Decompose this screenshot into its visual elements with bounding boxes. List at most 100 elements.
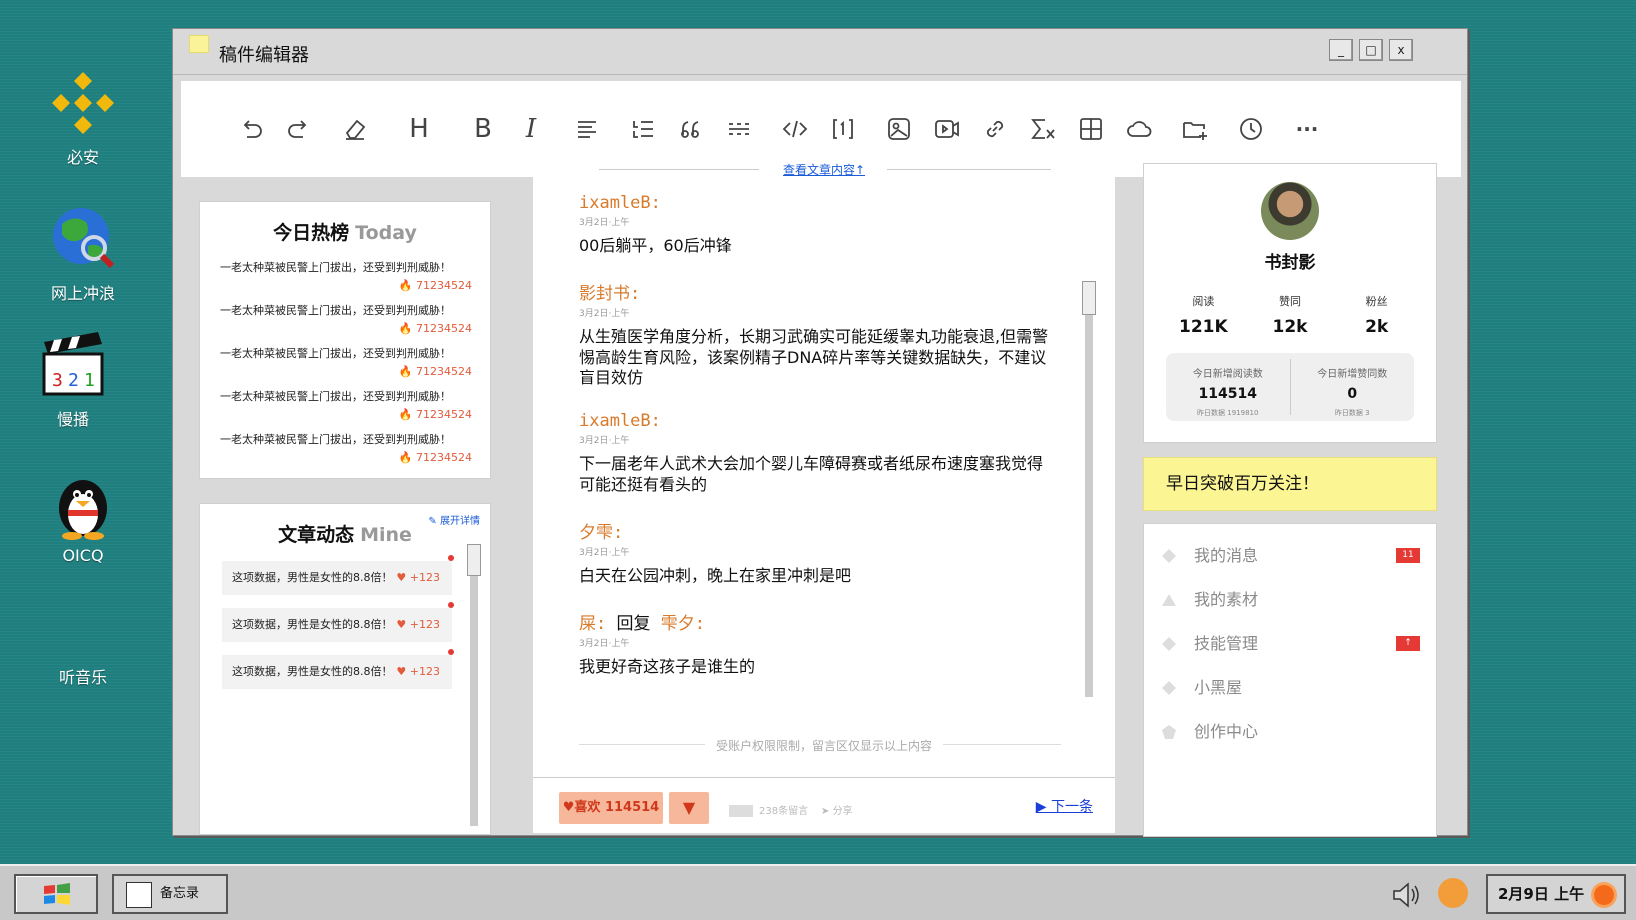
hot-title-en: Today	[355, 222, 417, 244]
comment-author[interactable]: ixamleB:	[579, 193, 1049, 213]
folder-add-icon[interactable]	[1171, 109, 1219, 149]
dislike-button[interactable]: ▼	[669, 792, 709, 824]
comment: ixamleB: 3月2日·上午 00后躺平，60后冲锋	[579, 193, 1049, 257]
menu-item-blackroom[interactable]: 小黑屋	[1144, 666, 1436, 710]
triangle-icon	[1162, 594, 1176, 606]
avatar[interactable]	[1261, 182, 1319, 240]
italic-button[interactable]: I	[507, 109, 555, 149]
minimize-button[interactable]: _	[1329, 39, 1353, 61]
memo-icon	[126, 882, 152, 908]
comment-count[interactable]: 238条留言	[729, 802, 808, 817]
comment-author[interactable]: ixamleB:	[579, 411, 1049, 431]
menu-item-messages[interactable]: 我的消息 11	[1144, 534, 1436, 578]
pin-icon: ✎	[428, 516, 437, 527]
desktop-icon-surf[interactable]: 网上冲浪	[28, 204, 138, 304]
hot-item[interactable]: 一老太种菜被民警上门拔出，还受到判刑威胁！ 🔥 71234524	[220, 431, 472, 474]
svg-text:2: 2	[68, 370, 79, 391]
comment-date: 3月2日·上午	[579, 218, 630, 228]
sticky-note-icon	[189, 35, 209, 53]
today-likes: 今日新增赞同数 0 昨日数据 3	[1289, 359, 1415, 417]
activity-item[interactable]: 这项数据，男性是女性的8.8倍！ ♥ +123	[222, 555, 454, 595]
emoji-tray-icon[interactable]	[1438, 878, 1468, 908]
comment-body: 白天在公园冲刺，晚上在家里冲刺是吧	[579, 565, 852, 585]
permission-note: 受账户权限限制，留言区仅显示以上内容	[715, 739, 932, 753]
activity-item[interactable]: 这项数据，男性是女性的8.8倍！ ♥ +123	[222, 649, 454, 689]
title-bar[interactable]: 稿件编辑器 _ □ x	[173, 29, 1467, 75]
comment-author[interactable]: 屎:	[579, 614, 606, 634]
desktop-icon-oicq[interactable]: OICQ	[28, 470, 138, 565]
next-button[interactable]: ▶ 下一条	[1036, 796, 1093, 816]
video-icon[interactable]	[923, 109, 971, 149]
fire-icon: 🔥	[398, 408, 416, 421]
windows-logo-icon	[44, 883, 70, 905]
view-article-link[interactable]: 查看文章内容↑	[533, 161, 1115, 178]
hot-title: 今日热榜	[273, 222, 350, 244]
comment-date: 3月2日·上午	[579, 638, 630, 649]
svg-text:3: 3	[52, 370, 63, 391]
close-button[interactable]: x	[1389, 39, 1413, 61]
heart-icon: ♥	[396, 665, 410, 678]
volume-icon[interactable]	[1390, 880, 1422, 910]
ordered-list-icon[interactable]	[619, 109, 667, 149]
fire-icon: 🔥	[398, 451, 416, 464]
start-button[interactable]	[14, 874, 98, 914]
share-button[interactable]: ➤ 分享	[821, 802, 853, 817]
comment-author[interactable]: 影封书:	[579, 279, 1049, 304]
stat-fans: 粉丝 2k	[1365, 295, 1389, 337]
comment-body: 从生殖医学角度分析，长期习武确实可能延缓睾丸功能衰退,但需警惕高龄生育风险，该案…	[579, 326, 1049, 388]
desktop-icon-label: 必安	[66, 148, 99, 167]
scroll-thumb[interactable]	[467, 544, 481, 576]
desktop-icon-slowplay[interactable]: 321 慢播	[18, 330, 128, 430]
action-bar: ♥喜欢 114514 ▼ 238条留言 ➤ 分享 ▶ 下一条	[533, 777, 1115, 833]
eraser-icon[interactable]	[331, 109, 379, 149]
desktop-icon-label: 听音乐	[58, 668, 107, 687]
menu-item-creator-center[interactable]: 创作中心	[1144, 710, 1436, 754]
undo-icon[interactable]	[227, 109, 275, 149]
hot-item[interactable]: 一老太种菜被民警上门拔出，还受到判刑威胁！ 🔥 71234524	[220, 388, 472, 431]
quote-icon[interactable]	[667, 109, 715, 149]
stat-likes: 赞同 12k	[1272, 295, 1308, 337]
activity-item[interactable]: 这项数据，男性是女性的8.8倍！ ♥ +123	[222, 602, 454, 642]
like-button[interactable]: ♥喜欢 114514	[559, 792, 663, 824]
menu-item-materials[interactable]: 我的素材	[1144, 578, 1436, 622]
redo-icon[interactable]	[275, 109, 323, 149]
table-icon[interactable]	[1067, 109, 1115, 149]
diamond-icon	[1162, 549, 1176, 563]
user-name: 书封影	[1264, 253, 1316, 273]
clock[interactable]: 2月9日 上午	[1486, 874, 1626, 914]
bold-button[interactable]: B	[459, 109, 507, 149]
hot-item[interactable]: 一老太种菜被民警上门拔出，还受到判刑威胁！ 🔥 71234524	[220, 345, 472, 388]
footnote-icon[interactable]	[819, 109, 867, 149]
mine-title-en: Mine	[360, 524, 412, 546]
activity-scrollbar[interactable]	[467, 544, 481, 826]
desktop-icon-music[interactable]: 听音乐	[28, 664, 138, 688]
comment-author[interactable]: 夕雫:	[579, 518, 1049, 543]
image-icon[interactable]	[875, 109, 923, 149]
expand-details-link[interactable]: ✎ 展开详情	[428, 512, 480, 527]
formula-icon[interactable]	[1019, 109, 1067, 149]
maximize-button[interactable]: □	[1359, 39, 1383, 61]
window-title: 稿件编辑器	[219, 45, 309, 66]
fire-icon: 🔥	[398, 279, 416, 292]
taskbar-memo[interactable]: 备忘录	[112, 874, 228, 914]
history-icon[interactable]	[1227, 109, 1275, 149]
code-icon[interactable]	[771, 109, 819, 149]
cloud-icon[interactable]	[1115, 109, 1163, 149]
hot-item[interactable]: 一老太种菜被民警上门拔出，还受到判刑威胁！ 🔥 71234524	[220, 259, 472, 302]
comments-scrollbar[interactable]	[1082, 281, 1096, 697]
comment-icon	[729, 805, 753, 817]
link-icon[interactable]	[971, 109, 1019, 149]
reply-target[interactable]: 雫夕:	[661, 614, 705, 634]
heading-button[interactable]: H	[395, 109, 443, 149]
hot-item[interactable]: 一老太种菜被民警上门拔出，还受到判刑威胁！ 🔥 71234524	[220, 302, 472, 345]
diamond-icon	[1162, 681, 1176, 695]
align-icon[interactable]	[563, 109, 611, 149]
scroll-thumb[interactable]	[1082, 281, 1096, 315]
menu-item-skills[interactable]: 技能管理 ↑	[1144, 622, 1436, 666]
desktop-icon-bian[interactable]: 必安	[28, 68, 138, 168]
message-badge: 11	[1396, 548, 1420, 563]
divider-icon[interactable]	[715, 109, 763, 149]
more-button[interactable]: ···	[1283, 109, 1331, 149]
fire-icon: 🔥	[398, 322, 416, 335]
binance-icon	[48, 68, 118, 138]
